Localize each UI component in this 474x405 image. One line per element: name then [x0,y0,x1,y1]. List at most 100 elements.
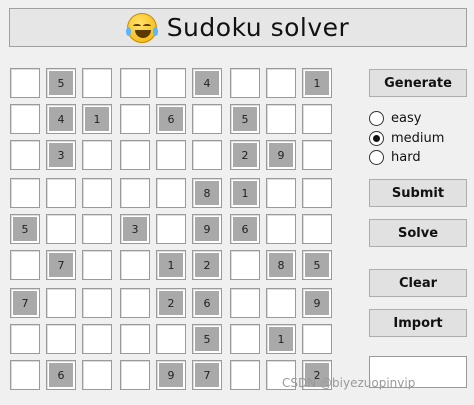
given-digit: 4 [195,71,219,95]
sudoku-cell-r7c2[interactable] [46,288,76,318]
sudoku-cell-r6c8[interactable]: 8 [266,250,296,280]
sudoku-cell-r7c8[interactable] [266,288,296,318]
sudoku-cell-r8c7[interactable] [230,324,260,354]
sudoku-cell-r1c7[interactable] [230,68,260,98]
sudoku-cell-r3c9[interactable] [302,140,332,170]
sudoku-cell-r5c6[interactable]: 9 [192,214,222,244]
radio-button-icon[interactable] [369,130,384,146]
sudoku-cell-r9c2[interactable]: 6 [46,360,76,390]
sudoku-cell-r7c5[interactable]: 2 [156,288,186,318]
sudoku-cell-r2c6[interactable] [192,104,222,134]
sudoku-cell-r3c5[interactable] [156,140,186,170]
sudoku-cell-r8c2[interactable] [46,324,76,354]
sudoku-cell-r1c6[interactable]: 4 [192,68,222,98]
sudoku-cell-r7c6[interactable]: 6 [192,288,222,318]
sudoku-cell-r2c9[interactable] [302,104,332,134]
sudoku-cell-r5c2[interactable] [46,214,76,244]
given-digit: 3 [49,143,73,167]
sudoku-cell-r5c8[interactable] [266,214,296,244]
radio-button-icon[interactable] [369,111,384,127]
sudoku-cell-r2c8[interactable] [266,104,296,134]
sudoku-cell-r1c9[interactable]: 1 [302,68,332,98]
difficulty-option-hard[interactable]: hard [369,148,467,168]
sudoku-cell-r7c3[interactable] [82,288,112,318]
given-digit: 5 [49,71,73,95]
sudoku-cell-r5c4[interactable]: 3 [120,214,150,244]
sudoku-cell-r6c7[interactable] [230,250,260,280]
sudoku-cell-r2c5[interactable]: 6 [156,104,186,134]
sudoku-cell-r7c1[interactable]: 7 [10,288,40,318]
sudoku-cell-r6c5[interactable]: 1 [156,250,186,280]
sudoku-cell-r6c4[interactable] [120,250,150,280]
clear-button[interactable]: Clear [369,269,467,297]
sudoku-cell-r3c3[interactable] [82,140,112,170]
radio-button-icon[interactable] [369,150,384,166]
sudoku-cell-r9c7[interactable] [230,360,260,390]
sudoku-cell-r5c1[interactable]: 5 [10,214,40,244]
sudoku-cell-r4c1[interactable] [10,178,40,208]
sudoku-cell-r9c3[interactable] [82,360,112,390]
difficulty-label: easy [391,111,422,127]
sudoku-cell-r4c9[interactable] [302,178,332,208]
sudoku-cell-r3c2[interactable]: 3 [46,140,76,170]
sudoku-cell-r8c4[interactable] [120,324,150,354]
sudoku-cell-r3c6[interactable] [192,140,222,170]
sudoku-cell-r5c5[interactable] [156,214,186,244]
sudoku-cell-r5c3[interactable] [82,214,112,244]
sudoku-cell-r7c7[interactable] [230,288,260,318]
sudoku-cell-r6c2[interactable]: 7 [46,250,76,280]
sudoku-cell-r6c3[interactable] [82,250,112,280]
sudoku-cell-r1c4[interactable] [120,68,150,98]
sudoku-cell-r2c1[interactable] [10,104,40,134]
given-digit: 5 [13,217,37,241]
sudoku-cell-r1c2[interactable]: 5 [46,68,76,98]
sudoku-cell-r6c6[interactable]: 2 [192,250,222,280]
sudoku-cell-r4c2[interactable] [46,178,76,208]
sudoku-cell-r8c3[interactable] [82,324,112,354]
sudoku-cell-r1c5[interactable] [156,68,186,98]
given-digit: 7 [49,253,73,277]
sudoku-cell-r3c7[interactable]: 2 [230,140,260,170]
submit-button[interactable]: Submit [369,179,467,207]
sudoku-cell-r4c4[interactable] [120,178,150,208]
difficulty-option-easy[interactable]: easy [369,109,467,129]
sudoku-cell-r7c9[interactable]: 9 [302,288,332,318]
sudoku-cell-r2c3[interactable]: 1 [82,104,112,134]
sudoku-cell-r1c3[interactable] [82,68,112,98]
sudoku-cell-r4c5[interactable] [156,178,186,208]
sudoku-cell-r6c9[interactable]: 5 [302,250,332,280]
sudoku-cell-r4c3[interactable] [82,178,112,208]
given-digit: 2 [195,253,219,277]
sudoku-cell-r2c7[interactable]: 5 [230,104,260,134]
given-digit: 6 [159,107,183,131]
sudoku-cell-r5c7[interactable]: 6 [230,214,260,244]
given-digit: 6 [233,217,257,241]
sudoku-cell-r9c6[interactable]: 7 [192,360,222,390]
sudoku-cell-r4c6[interactable]: 8 [192,178,222,208]
sudoku-cell-r9c4[interactable] [120,360,150,390]
sudoku-cell-r8c1[interactable] [10,324,40,354]
sudoku-cell-r2c2[interactable]: 4 [46,104,76,134]
sudoku-cell-r4c7[interactable]: 1 [230,178,260,208]
sudoku-cell-r7c4[interactable] [120,288,150,318]
sudoku-cell-r5c9[interactable] [302,214,332,244]
sudoku-cell-r1c8[interactable] [266,68,296,98]
sudoku-cell-r8c8[interactable]: 1 [266,324,296,354]
sudoku-cell-r4c8[interactable] [266,178,296,208]
sudoku-cell-r3c1[interactable] [10,140,40,170]
sudoku-cell-r9c5[interactable]: 9 [156,360,186,390]
solve-button[interactable]: Solve [369,219,467,247]
sudoku-cell-r3c8[interactable]: 9 [266,140,296,170]
difficulty-option-medium[interactable]: medium [369,129,467,149]
sudoku-cell-r6c1[interactable] [10,250,40,280]
given-digit: 9 [159,363,183,387]
sudoku-cell-r3c4[interactable] [120,140,150,170]
sudoku-cell-r1c1[interactable] [10,68,40,98]
sudoku-cell-r8c9[interactable] [302,324,332,354]
sudoku-cell-r8c6[interactable]: 5 [192,324,222,354]
sudoku-cell-r2c4[interactable] [120,104,150,134]
sudoku-cell-r8c5[interactable] [156,324,186,354]
import-button[interactable]: Import [369,309,467,337]
sudoku-cell-r9c1[interactable] [10,360,40,390]
generate-button[interactable]: Generate [369,69,467,97]
